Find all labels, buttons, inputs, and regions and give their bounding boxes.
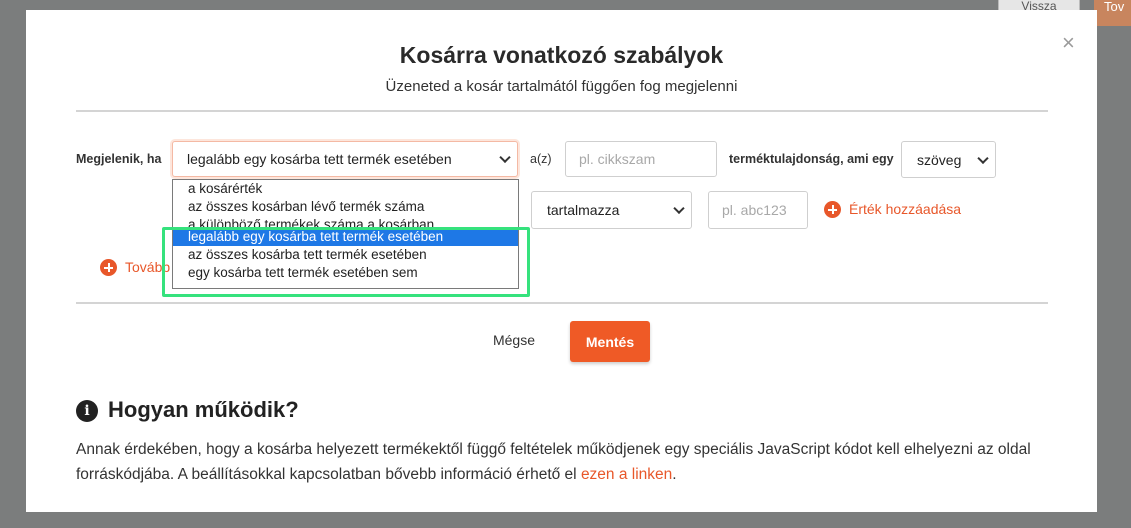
add-value-link[interactable]: Érték hozzáadása <box>849 201 961 217</box>
chevron-down-icon <box>673 202 685 215</box>
show-if-label: Megjelenik, ha <box>76 152 162 166</box>
dropdown-option[interactable]: a különböző termékek száma a kosárban <box>173 216 518 228</box>
dropdown-option-selected[interactable]: legalább egy kosárba tett termék esetébe… <box>173 228 518 246</box>
info-link[interactable]: ezen a linken <box>581 466 672 483</box>
condition-dropdown-list: a kosárérték az összes kosárban lévő ter… <box>172 179 519 289</box>
dropdown-option[interactable]: az összes kosárba tett termék esetében <box>173 246 518 264</box>
divider-top <box>76 110 1048 112</box>
value-input[interactable] <box>708 191 808 229</box>
az-label: a(z) <box>530 152 552 166</box>
attribute-field-input[interactable] <box>565 141 717 177</box>
add-value-plus-icon[interactable] <box>824 201 841 218</box>
save-button[interactable]: Mentés <box>570 321 650 362</box>
operator-select-value: tartalmazza <box>547 202 620 218</box>
info-icon: i <box>76 400 98 422</box>
operator-select[interactable]: tartalmazza <box>531 191 692 229</box>
add-condition-link[interactable]: Tovább <box>125 259 170 275</box>
modal-title: Kosárra vonatkozó szabályok <box>399 42 724 68</box>
cart-rules-modal: × Kosárra vonatkozó szabályok Üzeneted a… <box>26 10 1097 512</box>
condition-select-value: legalább egy kosárba tett termék esetébe… <box>187 151 452 167</box>
add-condition-plus-icon[interactable] <box>100 259 117 276</box>
how-it-works-end: . <box>672 466 677 483</box>
chevron-down-icon <box>977 152 989 164</box>
type-select[interactable]: szöveg <box>901 141 996 178</box>
background-next-button: Tov <box>1094 0 1131 26</box>
condition-select[interactable]: legalább egy kosárba tett termék esetébe… <box>172 141 518 177</box>
modal-subtitle: Üzeneted a kosár tartalmától függően fog… <box>385 78 738 95</box>
how-it-works-text: Annak érdekében, hogy a kosárba helyezet… <box>76 437 1046 487</box>
dropdown-option[interactable]: egy kosárba tett termék esetében sem <box>173 264 518 282</box>
dropdown-option[interactable]: az összes kosárban lévő termék száma <box>173 198 518 216</box>
chevron-down-icon <box>499 151 511 164</box>
how-it-works-body: Annak érdekében, hogy a kosárba helyezet… <box>76 441 1031 483</box>
cancel-button[interactable]: Mégse <box>478 322 550 358</box>
divider-bottom <box>76 302 1048 304</box>
attribute-type-label: terméktulajdonság, ami egy <box>729 152 894 166</box>
type-select-value: szöveg <box>917 151 962 168</box>
how-it-works-title: Hogyan működik? <box>108 397 299 422</box>
dropdown-option[interactable]: a kosárérték <box>173 180 518 198</box>
